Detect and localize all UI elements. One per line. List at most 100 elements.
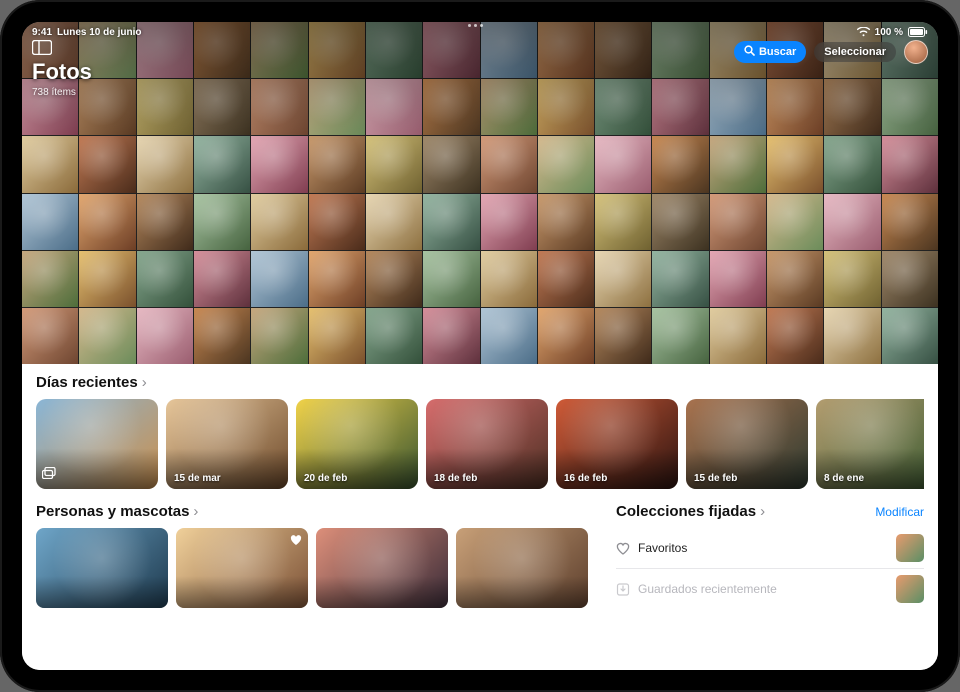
- item-count: 738 ítems: [32, 87, 92, 98]
- photo-thumb[interactable]: [79, 251, 135, 307]
- sidebar-toggle-button[interactable]: [32, 40, 92, 55]
- photo-thumb[interactable]: [366, 251, 422, 307]
- photo-thumb[interactable]: [824, 251, 880, 307]
- photo-thumb[interactable]: [194, 308, 250, 364]
- photo-thumb[interactable]: [481, 308, 537, 364]
- pinned-collection-thumb: [896, 575, 924, 603]
- pinned-collection-row[interactable]: Guardados recientemente: [616, 569, 924, 609]
- photo-thumb[interactable]: [137, 308, 193, 364]
- pinned-collection-row[interactable]: Favoritos: [616, 528, 924, 569]
- recent-day-card[interactable]: 8 de ene: [816, 399, 924, 489]
- photo-thumb[interactable]: [22, 251, 78, 307]
- photo-thumb[interactable]: [251, 136, 307, 192]
- photo-thumb[interactable]: [251, 194, 307, 250]
- photo-thumb[interactable]: [423, 251, 479, 307]
- photo-thumb[interactable]: [22, 136, 78, 192]
- people-pets-row[interactable]: [36, 528, 596, 608]
- grid-drag-handle[interactable]: [468, 24, 492, 27]
- photo-thumb[interactable]: [79, 136, 135, 192]
- photo-thumb[interactable]: [423, 308, 479, 364]
- people-pet-card[interactable]: [316, 528, 448, 608]
- photo-thumb[interactable]: [767, 136, 823, 192]
- photo-thumb[interactable]: [882, 308, 938, 364]
- photo-thumb[interactable]: [595, 251, 651, 307]
- photo-thumb[interactable]: [423, 194, 479, 250]
- photo-thumb[interactable]: [194, 136, 250, 192]
- select-button[interactable]: Seleccionar: [814, 42, 896, 62]
- people-pet-card[interactable]: [176, 528, 308, 608]
- photo-thumb[interactable]: [824, 194, 880, 250]
- status-date: Lunes 10 de junio: [57, 27, 141, 38]
- photo-thumb[interactable]: [22, 194, 78, 250]
- pinned-collection-label: Guardados recientemente: [638, 582, 777, 596]
- photo-thumb[interactable]: [251, 308, 307, 364]
- download-icon: [616, 583, 630, 596]
- photo-thumb[interactable]: [595, 136, 651, 192]
- photo-thumb[interactable]: [137, 136, 193, 192]
- photo-thumb[interactable]: [767, 251, 823, 307]
- photo-thumb[interactable]: [79, 308, 135, 364]
- photo-thumb[interactable]: [366, 136, 422, 192]
- photo-thumb[interactable]: [824, 136, 880, 192]
- photo-thumb[interactable]: [481, 194, 537, 250]
- photo-thumb[interactable]: [22, 308, 78, 364]
- recent-days-title: Días recientes: [36, 374, 138, 391]
- photo-thumb[interactable]: [595, 308, 651, 364]
- photo-thumb[interactable]: [251, 251, 307, 307]
- recent-days-row[interactable]: 15 de mar20 de feb18 de feb16 de feb15 d…: [36, 399, 924, 489]
- recent-day-card[interactable]: 15 de mar: [166, 399, 288, 489]
- people-pet-card[interactable]: [36, 528, 168, 608]
- people-pets-header[interactable]: Personas y mascotas ›: [36, 503, 596, 520]
- photo-thumb[interactable]: [767, 308, 823, 364]
- photo-thumb[interactable]: [137, 194, 193, 250]
- photo-thumb[interactable]: [366, 194, 422, 250]
- ipad-frame: 9:41 Lunes 10 de junio 100 %: [0, 0, 960, 692]
- photo-thumb[interactable]: [366, 308, 422, 364]
- photo-thumb[interactable]: [309, 251, 365, 307]
- photo-thumb[interactable]: [710, 308, 766, 364]
- header-overlay: Fotos 738 ítems Buscar Seleccionar: [32, 40, 928, 98]
- recent-day-card[interactable]: 18 de feb: [426, 399, 548, 489]
- chevron-right-icon: ›: [142, 374, 147, 391]
- select-label: Seleccionar: [824, 46, 886, 58]
- recent-days-header[interactable]: Días recientes ›: [36, 374, 924, 391]
- photo-thumb[interactable]: [538, 308, 594, 364]
- battery-icon: [908, 27, 928, 37]
- photo-thumb[interactable]: [882, 194, 938, 250]
- photo-thumb[interactable]: [595, 194, 651, 250]
- photo-thumb[interactable]: [538, 251, 594, 307]
- photo-thumb[interactable]: [652, 194, 708, 250]
- photo-thumb[interactable]: [767, 194, 823, 250]
- photo-thumb[interactable]: [481, 136, 537, 192]
- photo-thumb[interactable]: [309, 308, 365, 364]
- edit-pinned-button[interactable]: Modificar: [875, 505, 924, 519]
- photo-thumb[interactable]: [824, 308, 880, 364]
- photo-thumb[interactable]: [194, 251, 250, 307]
- photo-thumb[interactable]: [423, 136, 479, 192]
- photo-thumb[interactable]: [710, 136, 766, 192]
- photo-thumb[interactable]: [538, 194, 594, 250]
- photo-thumb[interactable]: [481, 251, 537, 307]
- recent-day-card[interactable]: 15 de feb: [686, 399, 808, 489]
- photo-thumb[interactable]: [137, 251, 193, 307]
- photo-thumb[interactable]: [652, 136, 708, 192]
- photo-thumb[interactable]: [882, 136, 938, 192]
- recent-day-card[interactable]: 20 de feb: [296, 399, 418, 489]
- profile-avatar[interactable]: [904, 40, 928, 64]
- photo-thumb[interactable]: [652, 251, 708, 307]
- people-pet-card[interactable]: [456, 528, 588, 608]
- search-icon: [744, 45, 755, 59]
- photo-thumb[interactable]: [194, 194, 250, 250]
- photo-thumb[interactable]: [538, 136, 594, 192]
- photo-thumb[interactable]: [710, 251, 766, 307]
- photo-thumb[interactable]: [309, 136, 365, 192]
- photo-thumb[interactable]: [882, 251, 938, 307]
- photo-thumb[interactable]: [79, 194, 135, 250]
- search-button[interactable]: Buscar: [734, 41, 806, 63]
- recent-day-card[interactable]: 16 de feb: [556, 399, 678, 489]
- photo-thumb[interactable]: [309, 194, 365, 250]
- pinned-collections-header[interactable]: Colecciones fijadas ›: [616, 503, 765, 520]
- photo-thumb[interactable]: [710, 194, 766, 250]
- photo-thumb[interactable]: [652, 308, 708, 364]
- recent-day-card[interactable]: [36, 399, 158, 489]
